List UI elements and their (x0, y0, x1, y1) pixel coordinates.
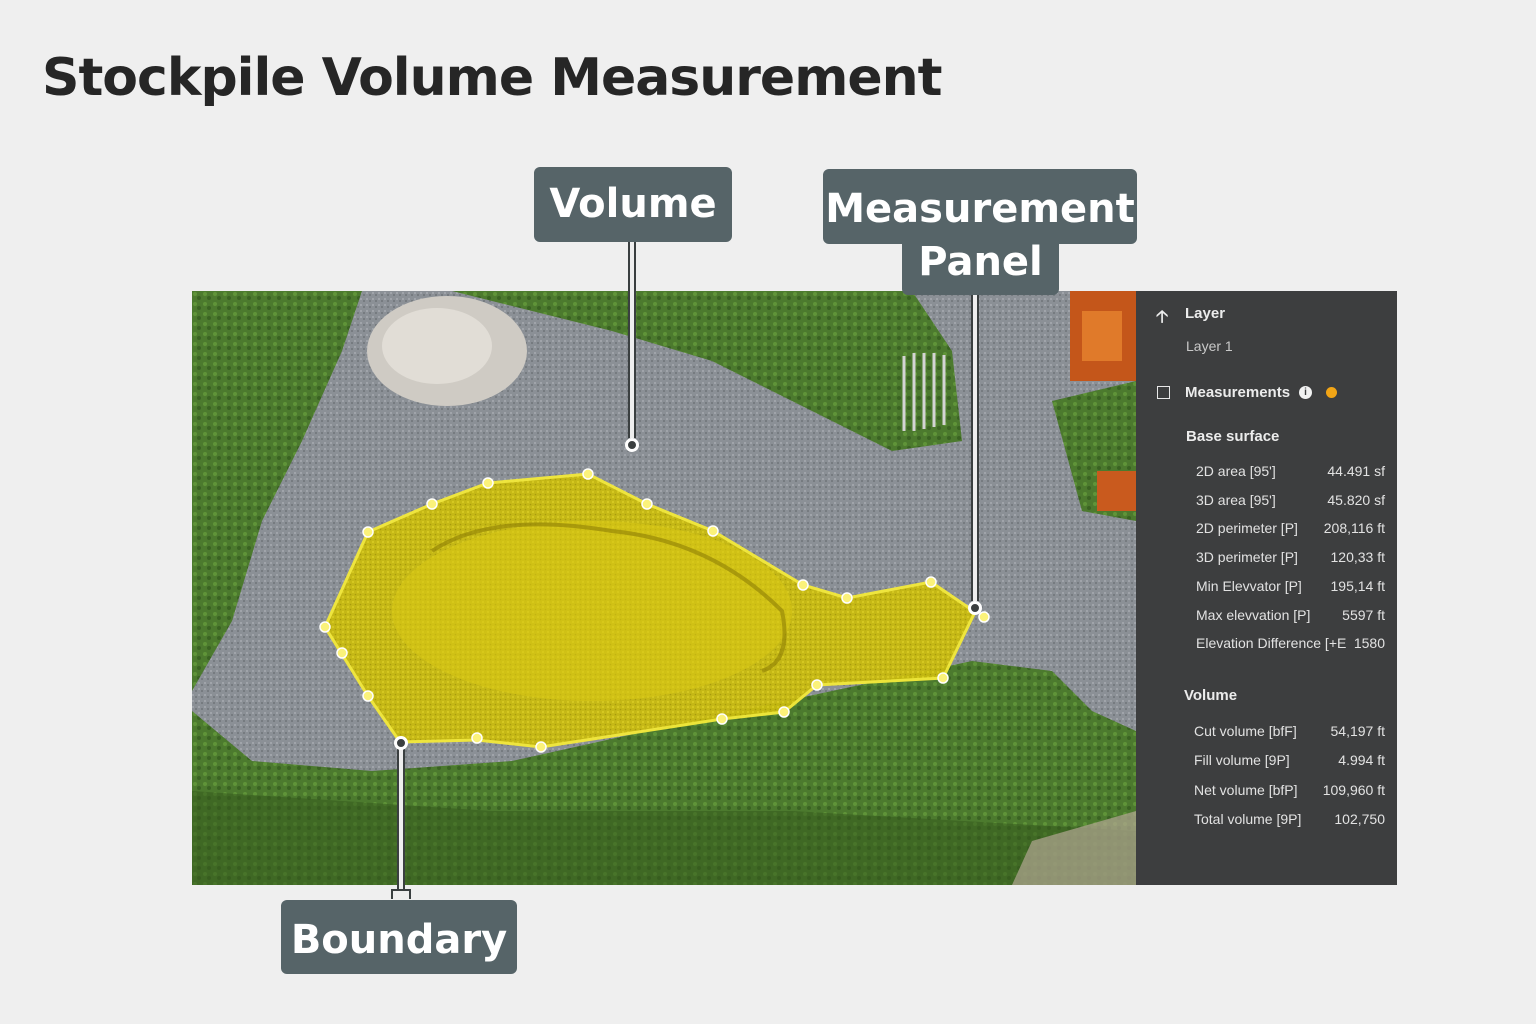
boundary-pin (394, 736, 408, 750)
metric-label: Min Elevvator [P] (1196, 577, 1302, 594)
metric-value: 120,33 ft (1330, 549, 1386, 566)
layer-header: Layer (1185, 305, 1226, 322)
measurements-label: Measurements (1185, 384, 1291, 401)
volume-callout: Volume (534, 167, 732, 242)
boundary-leader-line (397, 749, 405, 891)
measurement-panel-pin (968, 601, 982, 615)
aerial-image (192, 291, 1136, 885)
metric-value: 195,14 ft (1330, 577, 1386, 594)
measurement-panel-callout-line1: Measurement (823, 169, 1137, 244)
metric-value: 1580 (1353, 635, 1385, 652)
metric-label: Elevation Difference [+E (1196, 635, 1347, 652)
info-icon[interactable]: i (1299, 386, 1312, 399)
volume-header: Volume (1184, 687, 1238, 704)
layer-name[interactable]: Layer 1 (1186, 338, 1233, 354)
metric-value: 102,750 (1334, 810, 1385, 827)
metric-value: 45.820 sf (1327, 491, 1385, 508)
status-dot (1326, 387, 1337, 398)
metric-value: 54,197 ft (1330, 723, 1386, 739)
arrow-up-icon: 🡡 (1156, 307, 1169, 326)
metric-label: 2D perimeter [P] (1196, 520, 1298, 537)
metric-label: Net volume [bfP] (1194, 781, 1298, 798)
metric-label: 2D area [95'] (1196, 463, 1276, 479)
metric-value: 4.994 ft (1338, 752, 1385, 769)
metric-label: 3D perimeter [P] (1196, 549, 1298, 566)
boundary-callout: Boundary (281, 900, 517, 974)
boundary-leader-cap (391, 889, 411, 899)
map-viewport[interactable] (192, 291, 1136, 885)
measurement-panel-leader-line (971, 295, 979, 601)
measurement-panel: 🡡 Layer Layer 1 Measurements i Base surf… (1136, 291, 1397, 885)
metric-label: Cut volume [bfF] (1194, 723, 1297, 739)
metric-label: Max elevvation [P] (1196, 606, 1311, 623)
metric-value: 5597 ft (1342, 606, 1385, 623)
metric-value: 109,960 ft (1322, 781, 1385, 798)
metric-label: Fill volume [9P] (1194, 752, 1290, 769)
metric-value: 44.491 sf (1327, 463, 1385, 479)
metric-label: 3D area [95'] (1196, 491, 1276, 508)
volume-leader-line (628, 242, 636, 438)
measurements-checkbox[interactable] (1157, 386, 1170, 399)
measurement-panel-callout-line2: Panel (902, 240, 1059, 295)
metric-label: Total volume [9P] (1194, 810, 1302, 827)
base-surface-header: Base surface (1186, 428, 1280, 445)
metric-value: 208,116 ft (1323, 520, 1385, 537)
page-title: Stockpile Volume Measurement (42, 48, 943, 108)
volume-pin (625, 438, 639, 452)
